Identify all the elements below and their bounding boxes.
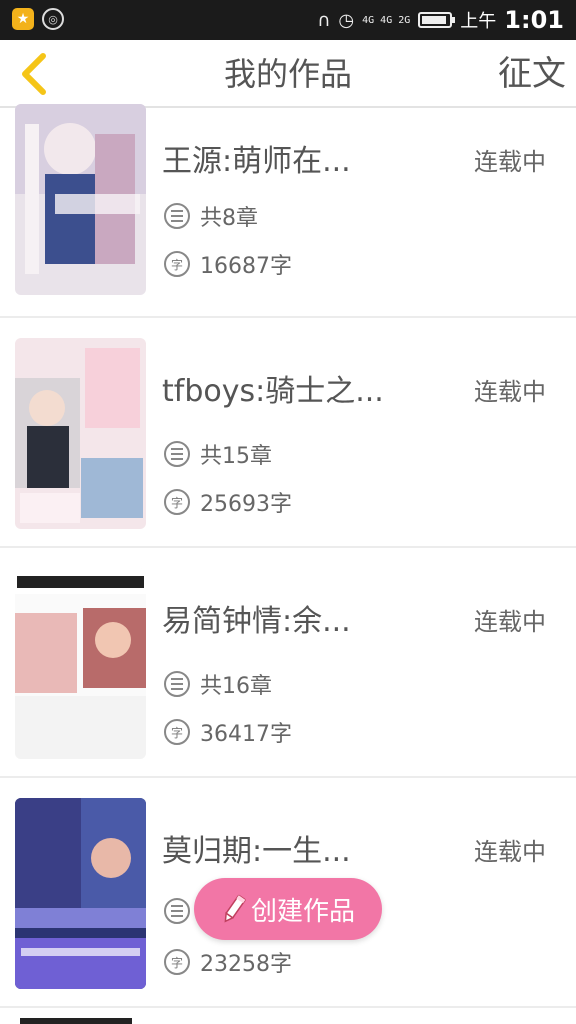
status-badge: 连载中 <box>474 608 546 636</box>
alarm-icon: ◷ <box>338 9 355 31</box>
chapter-count: 共16章 <box>164 668 272 700</box>
book-title: 易简钟情:余... <box>162 604 351 639</box>
status-bar: ★ ◎ ∩ ◷ 4G 4G 2G 上午 1:01 <box>0 0 576 40</box>
book-title: tfboys:骑士之... <box>162 374 384 409</box>
word-count: 字 16687字 <box>164 248 292 280</box>
chapter-count: 共8章 <box>164 200 258 232</box>
create-work-button[interactable]: 创建作品 <box>194 878 382 940</box>
battery-icon <box>418 12 456 28</box>
app-notification-icon: ★ <box>12 8 34 30</box>
chapter-count: 共15章 <box>164 438 272 470</box>
sync-notification-icon: ◎ <box>42 8 64 30</box>
word-count-text: 16687字 <box>200 254 292 279</box>
book-cover <box>15 798 146 989</box>
word-count-text: 25693字 <box>200 492 292 517</box>
work-item[interactable]: tfboys:骑士之... 连载中 共15章 字 25693字 <box>0 318 576 548</box>
word-count-icon: 字 <box>164 251 190 277</box>
book-cover <box>15 104 146 295</box>
status-indicators: ∩ ◷ 4G 4G 2G 上午 1:01 <box>317 0 564 40</box>
book-cover <box>15 338 146 529</box>
chapter-list-icon <box>164 671 190 697</box>
chapter-count-text: 共8章 <box>200 206 258 231</box>
word-count-icon: 字 <box>164 719 190 745</box>
contest-button[interactable]: 征文 <box>498 40 566 108</box>
pencil-icon <box>224 894 246 923</box>
next-item-peek <box>20 1018 132 1024</box>
work-item[interactable]: 易简钟情:余... 连载中 共16章 字 36417字 <box>0 548 576 778</box>
headphones-icon: ∩ <box>317 9 331 31</box>
word-count: 字 36417字 <box>164 716 292 748</box>
chapter-list-icon <box>164 441 190 467</box>
chapter-count-text: 共16章 <box>200 674 272 699</box>
notification-icons: ★ ◎ <box>12 8 64 30</box>
book-title: 莫归期:一生... <box>162 834 351 869</box>
clock-time: 1:01 <box>504 6 564 34</box>
page-title: 我的作品 <box>223 55 352 93</box>
word-count-icon: 字 <box>164 949 190 975</box>
create-work-label: 创建作品 <box>250 896 355 927</box>
book-title: 王源:萌师在... <box>162 144 351 179</box>
chapter-count-text: 共15章 <box>200 444 272 469</box>
chapter-list-icon <box>164 898 190 924</box>
status-badge: 连载中 <box>474 378 546 406</box>
book-cover <box>15 568 146 759</box>
word-count-icon: 字 <box>164 489 190 515</box>
chapter-list-icon <box>164 203 190 229</box>
time-ampm: 上午 <box>460 11 497 32</box>
status-badge: 连载中 <box>474 838 546 866</box>
status-badge: 连载中 <box>474 148 546 176</box>
word-count-text: 23258字 <box>200 952 292 977</box>
works-list: 王源:萌师在... 连载中 共8章 字 16687字 tfboys:骑士之...… <box>0 104 576 1008</box>
word-count: 字 23258字 <box>164 946 292 978</box>
work-item[interactable]: 王源:萌师在... 连载中 共8章 字 16687字 <box>0 104 576 318</box>
header-bar: 我的作品 征文 <box>0 40 576 108</box>
word-count-text: 36417字 <box>200 722 292 747</box>
network-indicator: 4G 4G 2G <box>362 14 411 26</box>
word-count: 字 25693字 <box>164 486 292 518</box>
